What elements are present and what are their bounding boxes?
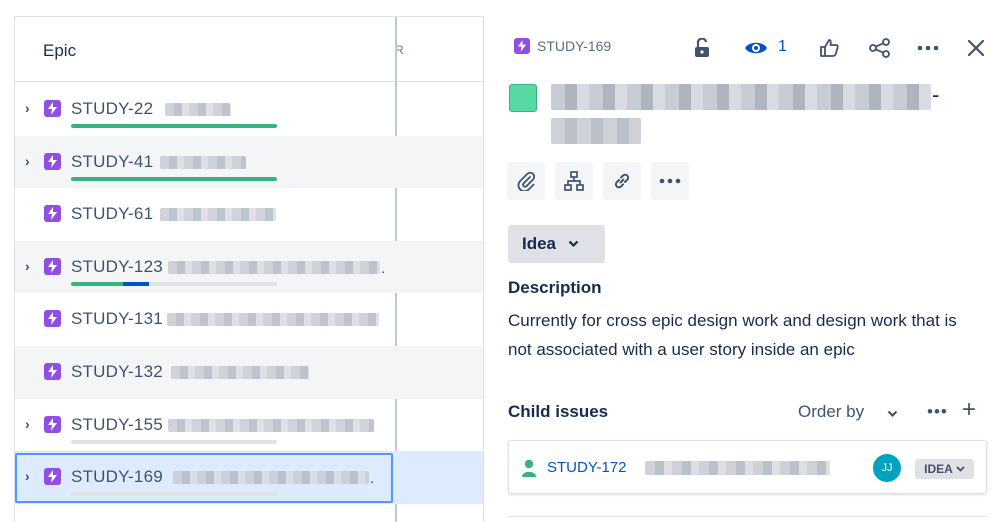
epic-key[interactable]: STUDY-132 <box>71 362 163 382</box>
description-text[interactable]: Currently for cross epic design work and… <box>508 306 978 364</box>
epic-summary-redacted <box>173 471 369 485</box>
person-story-icon <box>521 459 537 482</box>
child-issue-row[interactable]: STUDY-172 JJ IDEA <box>508 440 987 494</box>
epic-summary-redacted <box>160 208 276 222</box>
expand-chevron-icon[interactable]: › <box>25 101 35 115</box>
epic-key[interactable]: STUDY-155 <box>71 415 163 435</box>
share-icon[interactable] <box>866 34 894 62</box>
epic-summary-redacted <box>168 418 374 432</box>
add-child-button[interactable] <box>555 162 593 200</box>
assignee-avatar[interactable]: JJ <box>873 454 901 482</box>
epic-key[interactable]: STUDY-61 <box>71 204 153 224</box>
unlock-icon[interactable] <box>688 34 716 62</box>
epic-lightning-icon <box>44 152 61 170</box>
issue-key[interactable]: STUDY-169 <box>537 38 611 54</box>
watch-eye-icon[interactable] <box>742 34 770 62</box>
epic-row-selected[interactable]: › STUDY-169 . <box>15 451 483 504</box>
child-status-dropdown[interactable]: IDEA <box>915 459 974 479</box>
epic-panel: Epic R › STUDY-22 › STUDY-41 STUDY-61 › <box>14 16 483 522</box>
expand-chevron-icon[interactable]: › <box>25 417 35 431</box>
epic-row[interactable]: STUDY-132 <box>15 345 483 399</box>
epic-row[interactable]: › STUDY-123 . <box>15 240 483 294</box>
epic-lightning-icon <box>44 100 61 117</box>
issue-title-trailing: - <box>932 82 940 107</box>
chevron-down-icon[interactable] <box>887 405 898 423</box>
issue-color-swatch[interactable] <box>509 84 537 112</box>
child-summary-redacted <box>645 461 830 475</box>
chevron-down-icon <box>956 464 965 474</box>
epic-key[interactable]: STUDY-22 <box>71 99 153 119</box>
epic-summary-redacted <box>165 103 231 116</box>
epic-column-title: Epic <box>43 41 77 60</box>
epic-progress-bar <box>71 281 277 286</box>
chevron-down-icon <box>568 237 579 251</box>
epic-row[interactable]: › STUDY-22 <box>15 83 483 136</box>
child-status-label: IDEA <box>924 462 953 476</box>
attach-button[interactable] <box>507 162 545 200</box>
epic-lightning-icon <box>44 415 61 433</box>
child-issues-more-icon[interactable]: ••• <box>927 402 948 422</box>
expand-chevron-icon[interactable]: › <box>25 259 35 273</box>
more-icon <box>659 178 681 184</box>
epic-summary-redacted <box>160 155 246 169</box>
epic-progress-bar <box>71 439 277 444</box>
epic-progress-bar <box>71 492 277 497</box>
epic-summary-redacted <box>168 260 380 274</box>
epic-lightning-icon <box>44 205 61 223</box>
add-child-issue-icon[interactable]: + <box>962 396 976 424</box>
epic-row[interactable]: STUDY-61 <box>15 188 483 241</box>
more-tools-button[interactable] <box>651 162 689 200</box>
thumbs-up-icon[interactable] <box>815 34 843 62</box>
epic-lightning-icon <box>44 310 61 328</box>
epic-key[interactable]: STUDY-41 <box>71 152 153 172</box>
epic-lightning-icon <box>44 468 61 486</box>
epic-lightning-icon <box>44 257 61 275</box>
order-by-button[interactable]: Order by <box>798 402 864 422</box>
issue-detail-panel: STUDY-169 1 - Idea Description Currently… <box>483 16 999 522</box>
epic-summary-redacted <box>167 313 379 327</box>
issue-title-redacted-line2[interactable] <box>551 118 641 144</box>
epic-column-header: Epic R <box>15 17 483 82</box>
child-issue-key[interactable]: STUDY-172 <box>547 459 626 476</box>
epic-key[interactable]: STUDY-169 <box>71 467 163 487</box>
epic-key[interactable]: STUDY-131 <box>71 309 163 329</box>
child-issues-heading: Child issues <box>508 402 609 421</box>
link-issue-button[interactable] <box>603 162 641 200</box>
epic-lightning-icon <box>514 38 530 54</box>
epic-key[interactable]: STUDY-123 <box>71 257 163 277</box>
issue-title-redacted[interactable] <box>551 84 931 110</box>
truncation-ellipsis: . <box>381 259 386 277</box>
epic-summary-redacted <box>171 365 309 379</box>
epic-progress-bar <box>71 124 277 128</box>
more-icon[interactable] <box>914 34 942 62</box>
close-icon[interactable] <box>962 34 990 62</box>
attachment-icon <box>517 171 536 191</box>
divider <box>508 516 987 517</box>
epic-row[interactable]: › STUDY-41 <box>15 135 483 189</box>
status-label: Idea <box>522 234 557 253</box>
description-heading: Description <box>508 278 602 297</box>
epic-row[interactable]: › STUDY-155 <box>15 399 483 452</box>
child-hierarchy-icon <box>564 171 584 191</box>
issue-breadcrumb[interactable]: STUDY-169 <box>514 38 611 54</box>
epic-rows: › STUDY-22 › STUDY-41 STUDY-61 › STUDY-1… <box>15 83 483 504</box>
epic-row[interactable]: STUDY-131 <box>15 293 483 346</box>
expand-chevron-icon[interactable]: › <box>25 469 35 483</box>
truncation-ellipsis: . <box>370 470 375 488</box>
epic-progress-bar <box>71 176 277 181</box>
expand-chevron-icon[interactable]: › <box>25 154 35 168</box>
epic-lightning-icon <box>44 362 61 380</box>
watchers-count[interactable]: 1 <box>778 38 787 56</box>
status-dropdown[interactable]: Idea <box>508 225 605 263</box>
link-icon <box>614 173 630 189</box>
